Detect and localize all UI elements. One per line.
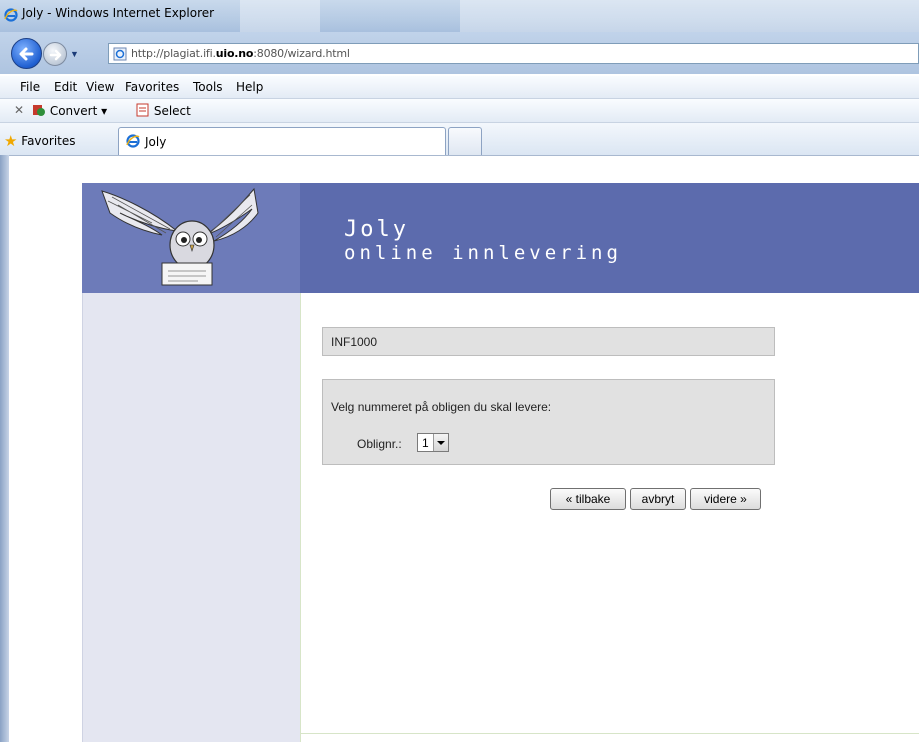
oblig-number-select[interactable]: 1 <box>417 433 449 452</box>
window-titlebar: Joly - Windows Internet Explorer <box>0 0 919 32</box>
menu-view[interactable]: View <box>86 80 114 94</box>
oblig-number-label: Oblignr.: <box>357 437 402 451</box>
close-toolbar-icon[interactable]: ✕ <box>14 103 24 117</box>
back-button[interactable] <box>11 38 42 69</box>
menu-favorites[interactable]: Favorites <box>125 80 179 94</box>
joly-banner: Joly online innlevering <box>82 183 919 293</box>
address-field[interactable]: http://plagiat.ifi.uio.no:8080/wizard.ht… <box>108 43 919 64</box>
select-button[interactable]: Select <box>136 103 191 118</box>
convert-icon <box>33 105 45 116</box>
course-box: INF1000 <box>322 327 775 356</box>
new-tab-button[interactable] <box>448 127 482 155</box>
back-wizard-button[interactable]: « tilbake <box>550 488 626 510</box>
course-code: INF1000 <box>331 335 378 349</box>
chevron-down-icon[interactable] <box>433 434 448 451</box>
brand-subtitle: online innlevering <box>344 242 622 264</box>
recent-pages-dropdown-icon[interactable]: ▼ <box>70 49 79 59</box>
ie-logo-icon <box>4 8 18 25</box>
window-frame <box>0 155 9 742</box>
menu-tools[interactable]: Tools <box>193 80 223 94</box>
brand-title: Joly <box>344 217 409 242</box>
menu-help[interactable]: Help <box>236 80 263 94</box>
oblig-prompt: Velg nummeret på obligen du skal levere: <box>331 400 552 414</box>
window-title: Joly - Windows Internet Explorer <box>22 6 215 20</box>
tab-title: Joly <box>145 135 167 149</box>
oblig-number-value: 1 <box>422 436 429 450</box>
cancel-button[interactable]: avbryt <box>630 488 686 510</box>
convert-button[interactable]: Convert ▾ <box>32 103 107 118</box>
left-sidebar <box>82 293 301 742</box>
page-icon <box>113 47 127 64</box>
ie-tab-icon <box>126 134 140 151</box>
content-divider <box>300 293 301 742</box>
tab-joly[interactable]: Joly <box>118 127 446 155</box>
favorites-bar: ★ Favorites Joly <box>0 123 919 156</box>
command-bar: ✕ Convert ▾ Select <box>0 99 919 123</box>
menu-file[interactable]: File <box>20 80 40 94</box>
forward-button[interactable] <box>43 42 67 66</box>
brand-text: Joly online innlevering <box>344 217 622 264</box>
owl-logo <box>82 183 300 293</box>
content-bottom-divider <box>300 733 919 734</box>
menu-bar: File Edit View Favorites Tools Help <box>0 76 919 99</box>
address-url: http://plagiat.ifi.uio.no:8080/wizard.ht… <box>131 47 350 60</box>
favorites-button[interactable]: ★ Favorites <box>4 131 76 150</box>
menu-edit[interactable]: Edit <box>54 80 77 94</box>
oblig-selection-box: Velg nummeret på obligen du skal levere:… <box>322 379 775 465</box>
select-icon <box>136 103 149 117</box>
favorites-star-icon: ★ <box>4 132 18 150</box>
next-button[interactable]: videre » <box>690 488 761 510</box>
